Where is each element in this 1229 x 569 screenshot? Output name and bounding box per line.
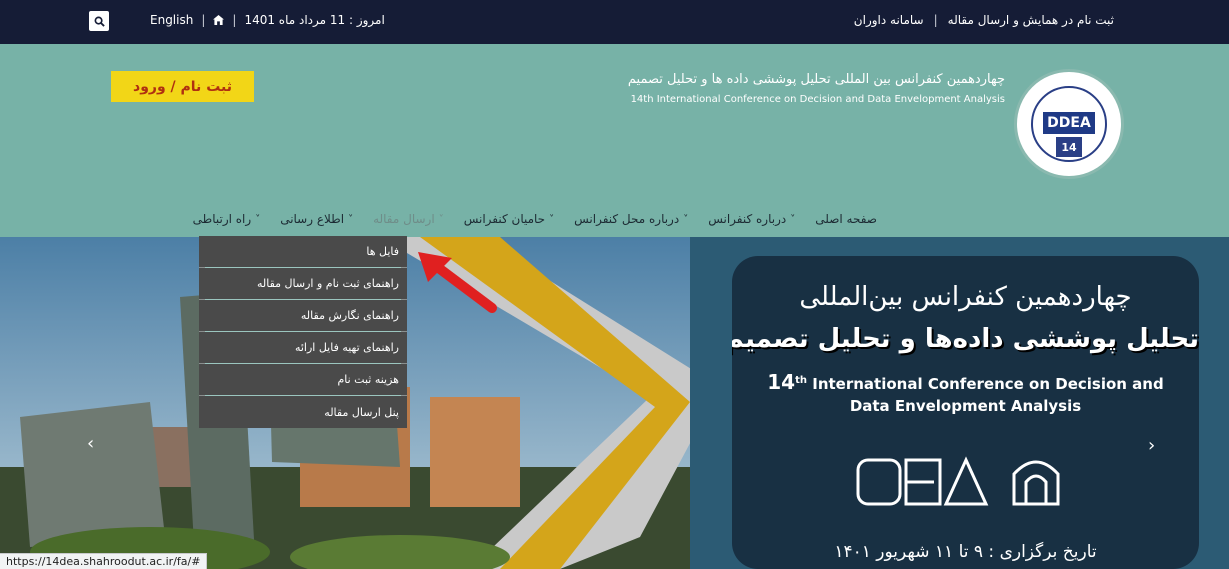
poster-en-num: 14: [767, 370, 796, 394]
judges-system-link[interactable]: سامانه داوران: [854, 13, 924, 27]
separator: |: [232, 13, 237, 27]
conference-title-en: 14th International Conference on Decisio…: [630, 94, 1005, 105]
dropdown-item-presentation-guide[interactable]: راهنمای تهیه فایل ارائه: [199, 332, 407, 364]
search-button[interactable]: [89, 11, 109, 31]
site-header: ثبت نام / ورود DDEA 14 چهاردهمین کنفرانس…: [0, 44, 1229, 237]
chevron-down-icon: ˅: [438, 213, 444, 225]
dropdown-item-files[interactable]: فایل ها: [199, 236, 407, 268]
logo-mark: DDEA: [1043, 112, 1095, 134]
chevron-down-icon: ˅: [348, 213, 354, 225]
poster-en-sup: th: [795, 375, 807, 386]
poster-en-line2: Data Envelopment Analysis: [849, 397, 1082, 415]
search-icon: [94, 16, 105, 27]
register-login-button[interactable]: ثبت نام / ورود: [111, 71, 254, 102]
top-bar: English | | امروز : 11 مرداد ماه 1401 ثب…: [0, 0, 1229, 44]
poster-date: تاریخ برگزاری : ۹ تا ۱۱ شهریور ۱۴۰۱: [834, 542, 1097, 562]
poster-logos: [856, 456, 1060, 506]
nav-item-label: حامیان کنفرانس: [463, 212, 546, 226]
main-nav: صفحه اصلی درباره کنفرانس ˅ درباره محل کنف…: [193, 212, 877, 226]
annotation-arrow-icon: [418, 252, 497, 313]
nav-item-contact[interactable]: راه ارتباطی ˅: [193, 212, 261, 226]
dropdown-item-writing-guide[interactable]: راهنمای نگارش مقاله: [199, 300, 407, 332]
conference-title-fa: چهاردهمین کنفرانس بین المللی تحلیل پوششی…: [627, 72, 1005, 87]
conference-logo[interactable]: DDEA 14: [1014, 69, 1124, 179]
chevron-down-icon: ˅: [790, 213, 796, 225]
nav-item-label: ارسال مقاله: [373, 212, 435, 226]
nav-item-about-conference[interactable]: درباره کنفرانس ˅: [708, 212, 795, 226]
top-left-links: English | | امروز : 11 مرداد ماه 1401: [150, 13, 385, 27]
submit-paper-dropdown: فایل ها راهنمای ثبت نام و ارسال مقاله را…: [199, 236, 407, 428]
chevron-down-icon: ˅: [255, 213, 261, 225]
chevron-down-icon: ˅: [549, 213, 555, 225]
logo-badge: 14: [1056, 137, 1082, 157]
today-date: امروز : 11 مرداد ماه 1401: [244, 13, 385, 27]
language-link[interactable]: English: [150, 13, 193, 27]
poster-title-fa-1: چهاردهمین کنفرانس بین‌المللی: [799, 282, 1132, 312]
nav-item-label: اطلاع رسانی: [280, 212, 345, 226]
poster-title-fa-2: تحلیل پوششی داده‌ها و تحلیل تصمیم: [732, 324, 1199, 354]
poster-title-en: 14th International Conference on Decisio…: [732, 370, 1199, 417]
nav-item-submit-paper[interactable]: ارسال مقاله ˅: [373, 212, 444, 226]
nav-item-about-venue[interactable]: درباره محل کنفرانس ˅: [574, 212, 688, 226]
dropdown-item-registration-guide[interactable]: راهنمای ثبت نام و ارسال مقاله: [199, 268, 407, 300]
poster-en-rest: International Conference on Decision and: [812, 375, 1164, 393]
hero-slider: چهاردهمین کنفرانس بین‌المللی تحلیل پوششی…: [0, 237, 1229, 569]
slider-next-button[interactable]: ›: [1148, 435, 1155, 456]
nav-item-news[interactable]: اطلاع رسانی ˅: [280, 212, 353, 226]
dropdown-item-submission-panel[interactable]: پنل ارسال مقاله: [199, 396, 407, 428]
nav-item-label: درباره کنفرانس: [708, 212, 787, 226]
home-icon[interactable]: [213, 15, 225, 25]
conference-poster[interactable]: چهاردهمین کنفرانس بین‌المللی تحلیل پوششی…: [732, 256, 1199, 569]
separator: |: [201, 13, 206, 27]
nav-item-sponsors[interactable]: حامیان کنفرانس ˅: [464, 212, 554, 226]
separator: |: [933, 13, 938, 27]
browser-status-url: https://14dea.shahroodut.ac.ir/fa/#: [0, 553, 208, 569]
nav-item-label: درباره محل کنفرانس: [574, 212, 680, 226]
top-right-links: ثبت نام در همایش و ارسال مقاله | سامانه …: [854, 13, 1114, 27]
chevron-down-icon: ˅: [683, 213, 689, 225]
nav-item-label: راه ارتباطی: [192, 212, 252, 226]
register-submit-link[interactable]: ثبت نام در همایش و ارسال مقاله: [948, 13, 1114, 27]
nav-item-label: صفحه اصلی: [815, 212, 877, 226]
dropdown-item-registration-fee[interactable]: هزینه ثبت نام: [199, 364, 407, 396]
nav-item-home[interactable]: صفحه اصلی: [815, 212, 877, 226]
slider-prev-button[interactable]: ‹: [87, 433, 94, 454]
